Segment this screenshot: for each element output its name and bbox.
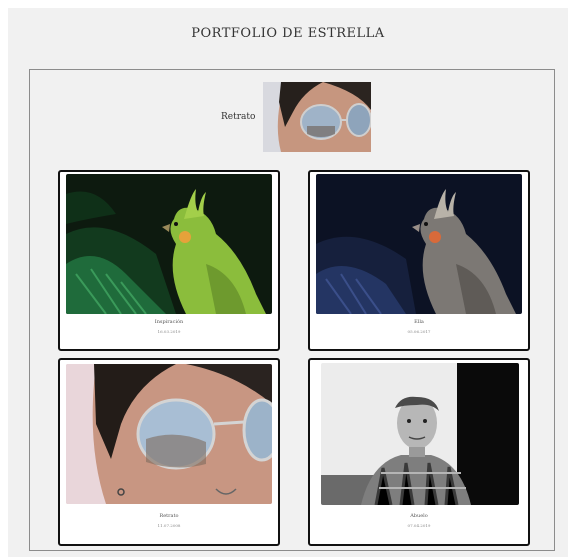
card-title: Ella xyxy=(414,319,424,325)
gallery-card[interactable]: Ella 05.06.2017 xyxy=(308,170,530,351)
card-date: 11.07.2008 xyxy=(157,523,181,528)
gallery-card[interactable]: Retrato 11.07.2008 xyxy=(58,358,280,546)
card-title: Abuelo xyxy=(410,513,428,519)
featured-photo[interactable] xyxy=(263,82,372,152)
card-date: 05.06.2017 xyxy=(407,329,431,334)
card-photo[interactable] xyxy=(66,364,272,504)
site-title: PORTFOLIO DE ESTRELLA xyxy=(191,26,385,41)
featured-label: Retrato xyxy=(221,112,256,122)
card-photo[interactable] xyxy=(66,174,272,314)
card-title: Retrato xyxy=(159,513,179,519)
featured-item[interactable]: Retrato xyxy=(221,82,372,152)
page: PORTFOLIO DE ESTRELLA Retrato Inspiració… xyxy=(8,8,568,557)
gallery-frame: Retrato Inspiración 16.03.2019 Ella 05.0… xyxy=(29,69,555,551)
card-photo[interactable] xyxy=(321,363,519,505)
card-date: 07.04.2019 xyxy=(407,523,431,528)
card-title: Inspiración xyxy=(154,319,184,325)
card-photo[interactable] xyxy=(316,174,522,314)
card-date: 16.03.2019 xyxy=(157,329,181,334)
gallery-card[interactable]: Abuelo 07.04.2019 xyxy=(308,358,530,546)
gallery-card[interactable]: Inspiración 16.03.2019 xyxy=(58,170,280,351)
